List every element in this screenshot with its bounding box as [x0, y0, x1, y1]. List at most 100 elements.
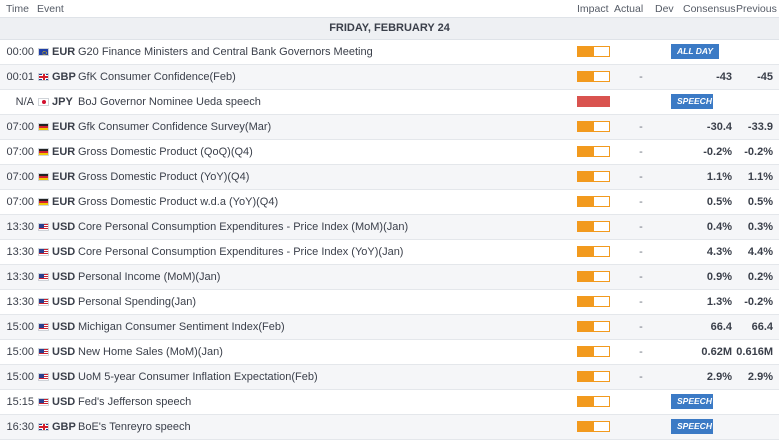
table-row[interactable]: 16:30 GBP BoE's Tenreyro speech SPEECH	[0, 415, 779, 440]
deviation-value: -	[639, 271, 643, 283]
deviation-value: -	[639, 171, 643, 183]
event-name[interactable]: BoJ Governor Nominee Ueda speech	[78, 90, 261, 114]
gb-flag-icon	[38, 423, 49, 431]
previous-value: 0.5%	[747, 196, 773, 208]
column-event[interactable]: Event	[37, 3, 64, 15]
currency-code: USD	[52, 221, 76, 233]
event-name[interactable]: Personal Spending(Jan)	[78, 290, 196, 314]
us-flag-icon	[38, 248, 49, 256]
event-name[interactable]: G20 Finance Ministers and Central Bank G…	[78, 40, 373, 64]
consensus-value: 66.4	[710, 321, 732, 333]
table-header: Time Event Impact Actual Dev Consensus P…	[0, 0, 779, 18]
consensus-value: 0.4%	[706, 221, 732, 233]
currency-code: GBP	[52, 71, 76, 83]
currency-code: USD	[52, 321, 76, 333]
impact-fill	[578, 347, 594, 356]
table-row[interactable]: 07:00 EUR Gross Domestic Product (YoY)(Q4)…	[0, 165, 779, 190]
de-flag-icon	[38, 148, 49, 156]
event-time: 07:00	[6, 146, 34, 158]
table-row[interactable]: N/A JPY BoJ Governor Nominee Ueda speech SP…	[0, 90, 779, 115]
table-row[interactable]: 00:00 EUR G20 Finance Ministers and Centra…	[0, 40, 779, 65]
consensus-value: 4.3%	[706, 246, 732, 258]
impact-fill	[578, 297, 594, 306]
previous-value: 0.616M	[736, 346, 773, 358]
impact-fill	[578, 97, 609, 106]
table-row[interactable]: 15:15 USD Fed's Jefferson speech SPEECH	[0, 390, 779, 415]
table-row[interactable]: 07:00 EUR Gross Domestic Product w.d.a (Yo…	[0, 190, 779, 215]
us-flag-icon	[38, 348, 49, 356]
event-time: 13:30	[6, 271, 34, 283]
impact-indicator	[577, 296, 610, 307]
event-name[interactable]: UoM 5-year Consumer Inflation Expectatio…	[78, 365, 318, 389]
consensus-value: -43	[716, 71, 732, 83]
consensus-value: 0.9%	[706, 271, 732, 283]
currency-code: EUR	[52, 171, 76, 183]
day-header: FRIDAY, FEBRUARY 24	[0, 18, 779, 40]
us-flag-icon	[38, 398, 49, 406]
impact-fill	[578, 247, 594, 256]
currency-code: EUR	[52, 196, 76, 208]
impact-fill	[578, 197, 594, 206]
impact-indicator	[577, 321, 610, 332]
event-name[interactable]: Personal Income (MoM)(Jan)	[78, 265, 220, 289]
table-row[interactable]: 13:30 USD Personal Spending(Jan) - 1.3% -0.2%	[0, 290, 779, 315]
impact-fill	[578, 72, 594, 81]
impact-fill	[578, 322, 594, 331]
event-name[interactable]: Gross Domestic Product w.d.a (YoY)(Q4)	[78, 190, 278, 214]
consensus-value: -0.2%	[703, 146, 732, 158]
event-name[interactable]: GfK Consumer Confidence(Feb)	[78, 65, 236, 89]
impact-fill	[578, 147, 594, 156]
table-row[interactable]: 15:00 USD New Home Sales (MoM)(Jan) - 0.62M 0…	[0, 340, 779, 365]
table-row[interactable]: 13:30 USD Personal Income (MoM)(Jan) - 0.9% 0…	[0, 265, 779, 290]
table-row[interactable]: 13:30 USD Core Personal Consumption Expend…	[0, 215, 779, 240]
eu-flag-icon	[38, 48, 49, 56]
impact-fill	[578, 122, 594, 131]
consensus-value: 1.3%	[706, 296, 732, 308]
event-name[interactable]: Gross Domestic Product (QoQ)(Q4)	[78, 140, 253, 164]
event-name[interactable]: New Home Sales (MoM)(Jan)	[78, 340, 223, 364]
currency-code: EUR	[52, 121, 76, 133]
currency-code: USD	[52, 246, 76, 258]
column-previous[interactable]: Previous	[736, 3, 777, 15]
event-name[interactable]: Gfk Consumer Confidence Survey(Mar)	[78, 115, 271, 139]
table-row[interactable]: 15:00 USD Michigan Consumer Sentiment Inde…	[0, 315, 779, 340]
column-impact[interactable]: Impact	[577, 3, 609, 15]
column-actual[interactable]: Actual	[614, 3, 643, 15]
event-name[interactable]: Core Personal Consumption Expenditures -…	[78, 215, 408, 239]
deviation-value: -	[639, 346, 643, 358]
consensus-value: 2.9%	[706, 371, 732, 383]
column-consensus[interactable]: Consensus	[683, 3, 736, 15]
impact-fill	[578, 397, 594, 406]
table-row[interactable]: 00:01 GBP GfK Consumer Confidence(Feb) - -43…	[0, 65, 779, 90]
currency-code: USD	[52, 346, 76, 358]
impact-indicator	[577, 346, 610, 357]
impact-fill	[578, 47, 594, 56]
event-name[interactable]: Michigan Consumer Sentiment Index(Feb)	[78, 315, 285, 339]
event-name[interactable]: Fed's Jefferson speech	[78, 390, 191, 414]
all-day-badge: ALL DAY	[671, 44, 720, 59]
currency-code: EUR	[52, 146, 76, 158]
us-flag-icon	[38, 373, 49, 381]
event-name[interactable]: BoE's Tenreyro speech	[78, 415, 191, 439]
event-time: 15:00	[6, 346, 34, 358]
table-row[interactable]: 07:00 EUR Gross Domestic Product (QoQ)(Q4)…	[0, 140, 779, 165]
event-name[interactable]: Gross Domestic Product (YoY)(Q4)	[78, 165, 249, 189]
us-flag-icon	[38, 223, 49, 231]
impact-fill	[578, 172, 594, 181]
table-row[interactable]: 07:00 EUR Gfk Consumer Confidence Survey(M…	[0, 115, 779, 140]
column-dev[interactable]: Dev	[655, 3, 674, 15]
column-time[interactable]: Time	[6, 3, 29, 15]
table-row[interactable]: 15:00 USD UoM 5-year Consumer Inflation Ex…	[0, 365, 779, 390]
impact-fill	[578, 222, 594, 231]
impact-indicator	[577, 271, 610, 282]
currency-code: USD	[52, 296, 76, 308]
previous-value: 0.3%	[747, 221, 773, 233]
event-name[interactable]: Core Personal Consumption Expenditures -…	[78, 240, 403, 264]
event-time: 07:00	[6, 121, 34, 133]
table-row[interactable]: 13:30 USD Core Personal Consumption Expend…	[0, 240, 779, 265]
event-time: 13:30	[6, 221, 34, 233]
impact-indicator	[577, 246, 610, 257]
event-time: N/A	[15, 96, 34, 108]
event-time: 13:30	[6, 296, 34, 308]
jp-flag-icon	[38, 98, 49, 106]
